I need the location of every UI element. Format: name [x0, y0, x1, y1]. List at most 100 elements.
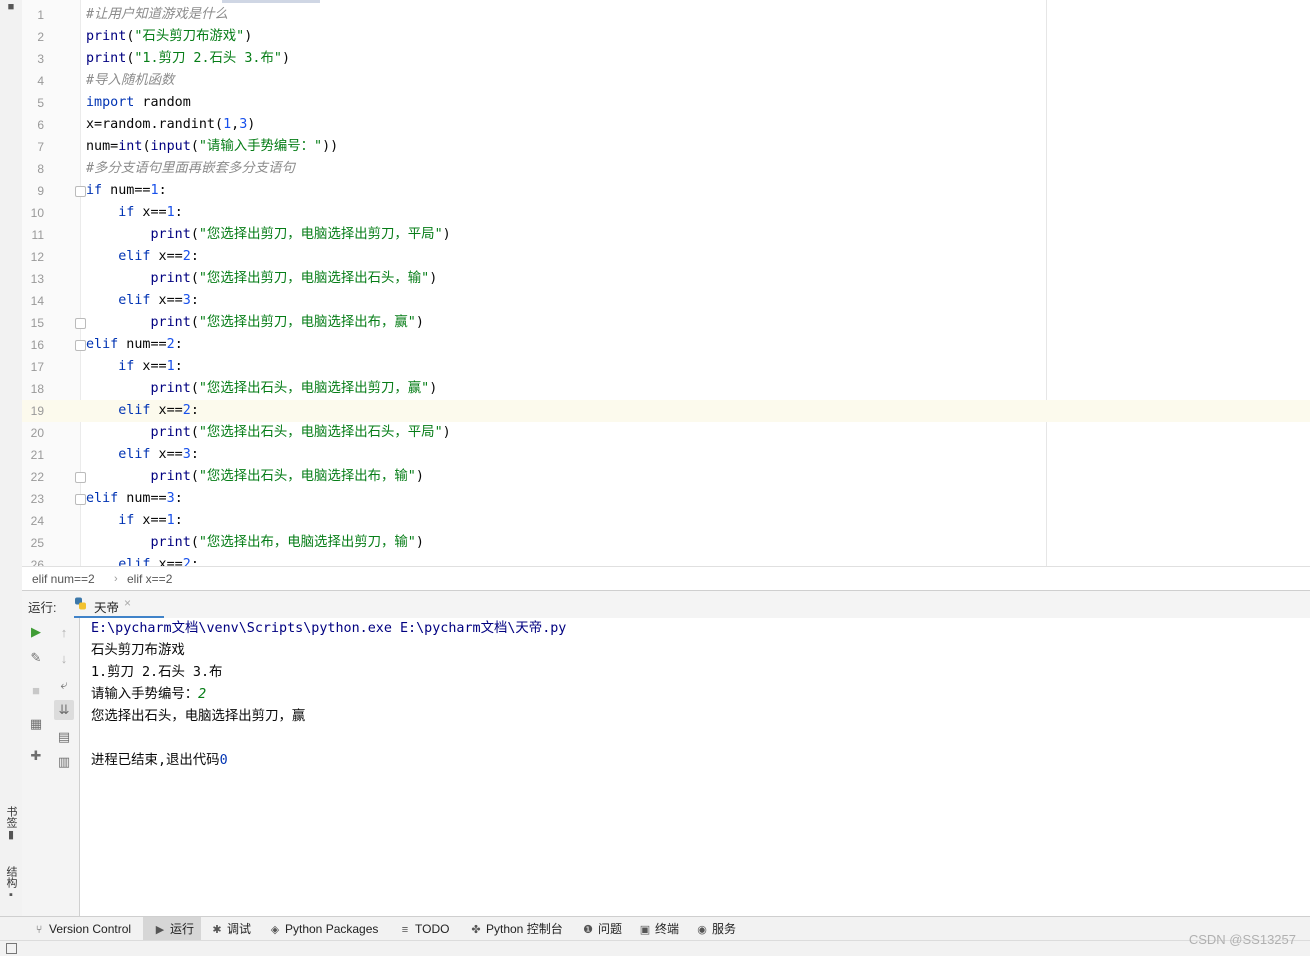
- line-number: 23: [30, 492, 44, 506]
- fold-icon[interactable]: [75, 340, 86, 351]
- code-token: ): [442, 227, 451, 242]
- code-line[interactable]: 22 print("您选择出石头，电脑选择出布，输"): [22, 466, 1310, 488]
- code-token: input: [150, 139, 191, 154]
- tab-services[interactable]: ◉ 服务: [695, 917, 736, 941]
- code-text: print("您选择出布，电脑选择出剪刀，输"): [86, 532, 424, 554]
- code-token: ): [247, 117, 256, 132]
- code-line[interactable]: 11 print("您选择出剪刀，电脑选择出剪刀，平局"): [22, 224, 1310, 246]
- code-line[interactable]: 17 if x==1:: [22, 356, 1310, 378]
- code-line[interactable]: 8 #多分支语句里面再嵌套多分支语句: [22, 158, 1310, 180]
- line-number: 1: [37, 8, 44, 22]
- scroll-down-button[interactable]: ↓: [54, 648, 74, 668]
- code-text: print("您选择出石头，电脑选择出剪刀，赢"): [86, 378, 438, 400]
- line-number: 7: [37, 140, 44, 154]
- edit-config-button[interactable]: ✎: [26, 648, 46, 668]
- code-token: x==: [150, 447, 183, 462]
- code-line[interactable]: 16 elif num==2:: [22, 334, 1310, 356]
- stop-button[interactable]: ■: [26, 680, 46, 700]
- code-line[interactable]: 5 import random: [22, 92, 1310, 114]
- stop-icon: ■: [32, 682, 40, 698]
- soft-wrap-icon: ⤶: [60, 677, 68, 692]
- code-line[interactable]: 14 elif x==3:: [22, 290, 1310, 312]
- tab-python-console[interactable]: ✤ Python 控制台: [469, 917, 562, 941]
- code-text: print("您选择出石头，电脑选择出石头，平局"): [86, 422, 451, 444]
- line-number: 15: [30, 316, 44, 330]
- code-line[interactable]: 12 elif x==2:: [22, 246, 1310, 268]
- code-token: :: [158, 183, 167, 198]
- code-line[interactable]: 6 x=random.randint(1,3): [22, 114, 1310, 136]
- code-line[interactable]: 19 elif x==2:: [22, 400, 1310, 422]
- code-token: (: [190, 535, 199, 550]
- code-line[interactable]: 25 print("您选择出布，电脑选择出剪刀，输"): [22, 532, 1310, 554]
- printer-icon: ▤: [57, 729, 71, 744]
- pin-tab-button[interactable]: ✚: [26, 746, 46, 766]
- code-line[interactable]: 26 elif x==2:: [22, 554, 1310, 566]
- code-text: print("您选择出石头，电脑选择出布，输"): [86, 466, 424, 488]
- code-line[interactable]: 23 elif num==3:: [22, 488, 1310, 510]
- clear-all-button[interactable]: ▥: [54, 752, 74, 772]
- tab-label: 终端: [655, 922, 680, 936]
- line-number: 16: [30, 338, 44, 352]
- tab-todo[interactable]: ≡ TODO: [398, 917, 450, 941]
- code-line[interactable]: 24 if x==1:: [22, 510, 1310, 532]
- code-text: elif x==2:: [86, 400, 199, 422]
- tab-problems[interactable]: ❶ 问题: [581, 917, 622, 941]
- breadcrumb-item-outer[interactable]: elif num==2: [32, 567, 95, 591]
- code-token: ): [442, 425, 451, 440]
- close-icon[interactable]: ×: [124, 596, 131, 610]
- code-line[interactable]: 20 print("您选择出石头，电脑选择出石头，平局"): [22, 422, 1310, 444]
- structure-tool-button[interactable]: 结构 ▪: [2, 866, 20, 902]
- code-line[interactable]: 10 if x==1:: [22, 202, 1310, 224]
- rerun-button[interactable]: ▶: [26, 622, 46, 642]
- scroll-to-end-button[interactable]: ⇊: [54, 700, 74, 720]
- code-token: ): [429, 381, 438, 396]
- fold-icon[interactable]: [75, 472, 86, 483]
- tab-python-packages[interactable]: ◈ Python Packages: [268, 917, 379, 941]
- tab-debug[interactable]: ✱ 调试: [210, 917, 251, 941]
- code-line[interactable]: 2 print("石头剪刀布游戏"): [22, 26, 1310, 48]
- code-token: :: [174, 205, 183, 220]
- tab-version-control[interactable]: ⑂ Version Control: [32, 917, 131, 941]
- tab-run[interactable]: ▶ 运行: [143, 917, 201, 941]
- code-line[interactable]: 9 if num==1:: [22, 180, 1310, 202]
- code-line[interactable]: 7 num=int(input("请输入手势编号：")): [22, 136, 1310, 158]
- toggle-tool-windows-icon[interactable]: [6, 943, 17, 954]
- code-token: ): [415, 535, 424, 550]
- run-tab-label: 天帝: [94, 601, 120, 615]
- tab-label: 服务: [712, 922, 737, 936]
- fold-icon[interactable]: [75, 186, 86, 197]
- soft-wrap-button[interactable]: ⤶: [54, 675, 74, 695]
- code-token: "1.剪刀 2.石头 3.布": [134, 51, 282, 66]
- layout-button[interactable]: ▦: [26, 714, 46, 734]
- fold-icon[interactable]: [75, 494, 86, 505]
- code-line[interactable]: 1 #让用户知道游戏是什么: [22, 4, 1310, 26]
- run-config-tab[interactable]: 天帝 ×: [74, 591, 164, 619]
- code-line[interactable]: 18 print("您选择出石头，电脑选择出剪刀，赢"): [22, 378, 1310, 400]
- scroll-up-button[interactable]: ↑: [54, 622, 74, 642]
- run-console[interactable]: E:\pycharm文档\venv\Scripts\python.exe E:\…: [80, 618, 1310, 916]
- code-token: ): [281, 51, 291, 66]
- line-number: 18: [30, 382, 44, 396]
- code-token: x==: [150, 557, 183, 566]
- breadcrumb-item-inner[interactable]: elif x==2: [127, 567, 172, 591]
- code-line[interactable]: 21 elif x==3:: [22, 444, 1310, 466]
- tab-terminal[interactable]: ▣ 终端: [638, 917, 679, 941]
- code-token: ): [429, 271, 438, 286]
- code-line[interactable]: 4 #导入随机函数: [22, 70, 1310, 92]
- fold-icon[interactable]: [75, 318, 86, 329]
- code-editor[interactable]: 1 #让用户知道游戏是什么 2 print("石头剪刀布游戏") 3 print("1.剪…: [22, 0, 1310, 566]
- line-number: 5: [37, 96, 44, 110]
- project-tool-button[interactable]: ■: [2, 0, 20, 14]
- code-line[interactable]: 15 print("您选择出剪刀，电脑选择出布，赢"): [22, 312, 1310, 334]
- code-text: print("您选择出剪刀，电脑选择出石头，输"): [86, 268, 438, 290]
- code-line[interactable]: 3 print("1.剪刀 2.石头 3.布"): [22, 48, 1310, 70]
- bookmarks-tool-button[interactable]: 书签 ▮: [2, 806, 20, 842]
- code-token: num==: [102, 183, 151, 198]
- arrow-down-icon: ↓: [60, 650, 68, 666]
- code-line[interactable]: 13 print("您选择出剪刀，电脑选择出石头，输"): [22, 268, 1310, 290]
- print-button[interactable]: ▤: [54, 727, 74, 747]
